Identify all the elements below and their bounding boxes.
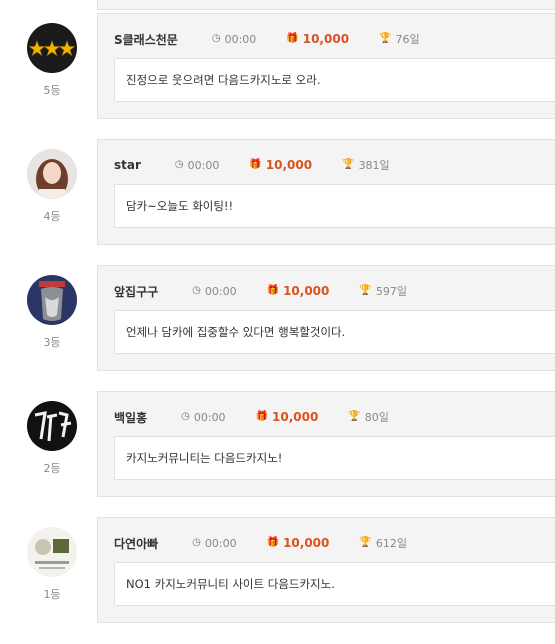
entry-card: 다연아빠 ◷ 00:00 🎁 10,000 🏆 612일 NO1 카지노커뮤니티 사이… bbox=[97, 517, 555, 623]
avatar[interactable] bbox=[27, 527, 77, 577]
rank-label: 1등 bbox=[43, 588, 61, 601]
rank-label: 5등 bbox=[43, 84, 61, 97]
trophy-icon: 🏆 bbox=[359, 285, 372, 296]
time-value: 00:00 bbox=[224, 32, 257, 46]
entry-card: 앞집구구 ◷ 00:00 🎁 10,000 🏆 597일 언제나 담카에 집중할수 있… bbox=[97, 265, 555, 371]
gift-icon: 🎁 bbox=[255, 411, 269, 422]
gift-icon: 🎁 bbox=[286, 33, 299, 44]
attendance-entry: 3등 앞집구구 ◷ 00:00 🎁 10,000 🏆 597일 언제나 담카에 집중할… bbox=[0, 265, 555, 381]
attendance-entry: 2등 백일홍 ◷ 00:00 🎁 10,000 🏆 80일 카지노커뮤니티는 다음드카… bbox=[0, 391, 555, 507]
message-box: 카지노커뮤니티는 다음드카지노! bbox=[114, 436, 555, 480]
avatar-stars-image bbox=[27, 23, 77, 73]
attendance-entry: 1등 다연아빠 ◷ 00:00 🎁 10,000 🏆 612일 NO1 카지노커뮤니티… bbox=[0, 517, 555, 633]
message-box: 진정으로 웃으려면 다음드카지노로 오라. bbox=[114, 58, 555, 102]
clock-icon: ◷ bbox=[181, 411, 190, 422]
days-value: 597일 bbox=[375, 285, 407, 298]
days-value: 381일 bbox=[358, 159, 390, 172]
rank-label: 4등 bbox=[43, 210, 61, 223]
user-name[interactable]: star bbox=[114, 158, 141, 172]
entry-card: S클래스천문 ◷ 00:00 🎁 10,000 🏆 76일 진정으로 웃으려면 다음드… bbox=[97, 13, 555, 119]
rank-label: 3등 bbox=[43, 336, 61, 349]
gift-icon: 🎁 bbox=[266, 285, 280, 296]
points-value: 10,000 bbox=[283, 536, 330, 550]
clock-icon: ◷ bbox=[211, 33, 221, 44]
entry-card: star ◷ 00:00 🎁 10,000 🏆 381일 담카~오늘도 화이팅!! bbox=[97, 139, 555, 245]
trophy-icon: 🏆 bbox=[359, 537, 372, 548]
previous-entry-card-bottom bbox=[97, 0, 555, 10]
time-value: 00:00 bbox=[193, 410, 226, 424]
avatar-drawing-image bbox=[27, 527, 77, 577]
days-value: 76일 bbox=[395, 33, 420, 46]
points-value: 10,000 bbox=[302, 32, 350, 46]
clock-icon: ◷ bbox=[192, 285, 201, 296]
user-name[interactable]: 다연아빠 bbox=[114, 535, 158, 552]
points-value: 10,000 bbox=[283, 284, 330, 298]
avatar[interactable] bbox=[27, 275, 77, 325]
time-value: 00:00 bbox=[204, 536, 237, 550]
message-box: 담카~오늘도 화이팅!! bbox=[114, 184, 555, 228]
gift-icon: 🎁 bbox=[266, 537, 280, 548]
user-name[interactable]: S클래스천문 bbox=[114, 31, 178, 48]
time-value: 00:00 bbox=[204, 284, 237, 298]
attendance-entry: 4등 star ◷ 00:00 🎁 10,000 🏆 381일 담카~오늘도 화이팅!… bbox=[0, 139, 555, 255]
entry-card: 백일홍 ◷ 00:00 🎁 10,000 🏆 80일 카지노커뮤니티는 다음드카지노! bbox=[97, 391, 555, 497]
points-value: 10,000 bbox=[272, 410, 319, 424]
trophy-icon: 🏆 bbox=[348, 411, 361, 422]
clock-icon: ◷ bbox=[192, 537, 201, 548]
avatar[interactable] bbox=[27, 149, 77, 199]
attendance-entry: 5등 S클래스천문 ◷ 00:00 🎁 10,000 🏆 76일 진정으로 웃으려면 … bbox=[0, 13, 555, 129]
rank-label: 2등 bbox=[43, 462, 61, 475]
user-name[interactable]: 백일홍 bbox=[114, 409, 147, 426]
time-value: 00:00 bbox=[187, 158, 220, 172]
avatar-calligraphy-image bbox=[27, 401, 77, 451]
entry-meta: 백일홍 ◷ 00:00 🎁 10,000 🏆 80일 bbox=[114, 407, 389, 427]
days-value: 612일 bbox=[375, 537, 407, 550]
points-value: 10,000 bbox=[265, 158, 313, 172]
avatar-portrait-image bbox=[27, 149, 77, 199]
avatar-character-image bbox=[27, 275, 77, 325]
gift-icon: 🎁 bbox=[249, 159, 262, 170]
entry-meta: 앞집구구 ◷ 00:00 🎁 10,000 🏆 597일 bbox=[114, 281, 407, 301]
entry-meta: 다연아빠 ◷ 00:00 🎁 10,000 🏆 612일 bbox=[114, 533, 407, 553]
days-value: 80일 bbox=[364, 411, 389, 424]
avatar[interactable] bbox=[27, 23, 77, 73]
trophy-icon: 🏆 bbox=[379, 33, 392, 44]
trophy-icon: 🏆 bbox=[342, 159, 355, 170]
user-name[interactable]: 앞집구구 bbox=[114, 283, 158, 300]
message-box: NO1 카지노커뮤니티 사이트 다음드카지노. bbox=[114, 562, 555, 606]
avatar[interactable] bbox=[27, 401, 77, 451]
message-box: 언제나 담카에 집중할수 있다면 행복할것이다. bbox=[114, 310, 555, 354]
entry-meta: S클래스천문 ◷ 00:00 🎁 10,000 🏆 76일 bbox=[114, 29, 420, 49]
clock-icon: ◷ bbox=[174, 159, 184, 170]
entry-meta: star ◷ 00:00 🎁 10,000 🏆 381일 bbox=[114, 155, 390, 175]
